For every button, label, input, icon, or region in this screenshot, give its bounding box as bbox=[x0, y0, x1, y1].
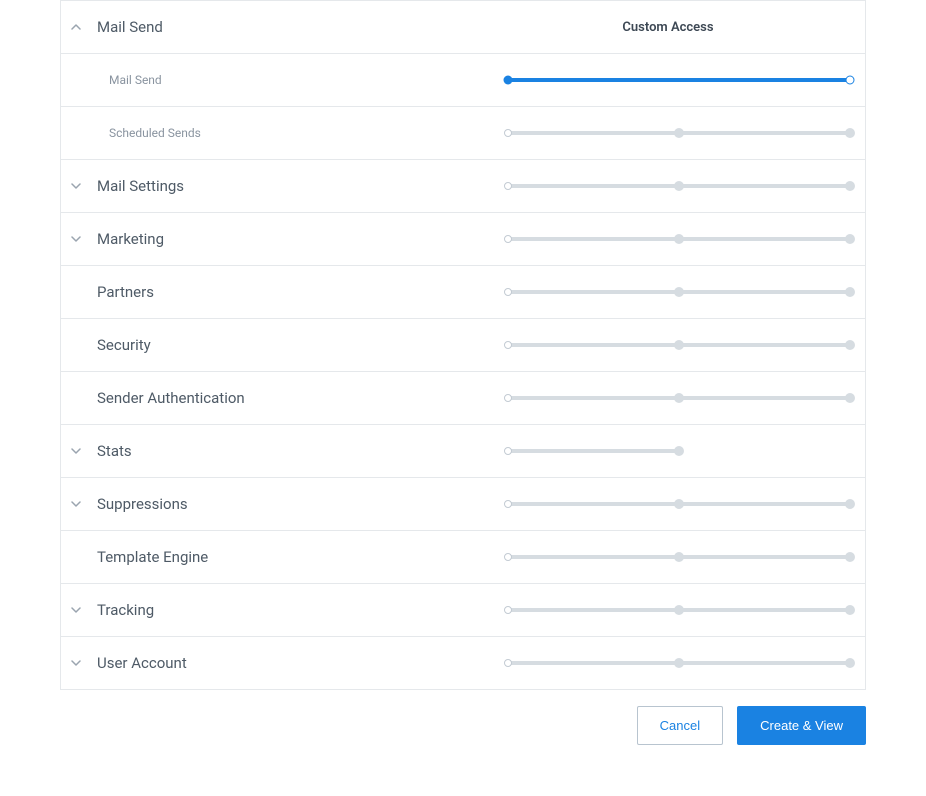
chevron-down-icon[interactable] bbox=[69, 497, 83, 511]
permission-row: Template Engine bbox=[61, 530, 865, 583]
create-view-button[interactable]: Create & View bbox=[737, 706, 866, 745]
permissions-panel: Mail Send Custom Access Mail Send Schedul… bbox=[60, 0, 866, 690]
row-label: Mail Send bbox=[97, 73, 162, 87]
group-row[interactable]: Mail Settings bbox=[61, 159, 865, 212]
access-slider[interactable] bbox=[505, 547, 853, 567]
row-label: Partners bbox=[97, 283, 154, 301]
chevron-down-icon[interactable] bbox=[69, 603, 83, 617]
chevron-down-icon[interactable] bbox=[69, 444, 83, 458]
row-label: Scheduled Sends bbox=[97, 126, 201, 140]
group-mail-send[interactable]: Mail Send Custom Access bbox=[61, 0, 865, 53]
group-row[interactable]: User Account bbox=[61, 636, 865, 689]
permission-row: Partners bbox=[61, 265, 865, 318]
group-row[interactable]: Tracking bbox=[61, 583, 865, 636]
permission-row: Scheduled Sends bbox=[61, 106, 865, 159]
row-label: Security bbox=[97, 336, 151, 354]
group-row[interactable]: Marketing bbox=[61, 212, 865, 265]
chevron-up-icon[interactable] bbox=[69, 20, 83, 34]
row-label: Tracking bbox=[97, 601, 154, 619]
permission-row: Sender Authentication bbox=[61, 371, 865, 424]
group-label: Mail Send bbox=[97, 18, 163, 36]
access-slider[interactable] bbox=[505, 494, 853, 514]
access-slider[interactable] bbox=[505, 176, 853, 196]
access-slider[interactable] bbox=[505, 335, 853, 355]
chevron-down-icon[interactable] bbox=[69, 656, 83, 670]
group-row[interactable]: Suppressions bbox=[61, 477, 865, 530]
access-slider[interactable] bbox=[505, 282, 853, 302]
access-label: Custom Access bbox=[483, 20, 853, 35]
row-label: Suppressions bbox=[97, 495, 188, 513]
row-label: Template Engine bbox=[97, 548, 208, 566]
chevron-down-icon[interactable] bbox=[69, 179, 83, 193]
chevron-down-icon[interactable] bbox=[69, 232, 83, 246]
access-slider[interactable] bbox=[505, 70, 853, 90]
form-actions: Cancel Create & View bbox=[40, 690, 886, 761]
access-slider[interactable] bbox=[505, 123, 853, 143]
row-label: Marketing bbox=[97, 230, 164, 248]
access-slider[interactable] bbox=[505, 229, 853, 249]
group-row[interactable]: Stats bbox=[61, 424, 865, 477]
row-label: Stats bbox=[97, 442, 132, 460]
access-slider[interactable] bbox=[505, 653, 853, 673]
permission-row: Security bbox=[61, 318, 865, 371]
row-label: User Account bbox=[97, 654, 187, 672]
access-slider[interactable] bbox=[505, 441, 853, 461]
row-label: Sender Authentication bbox=[97, 389, 245, 407]
access-slider[interactable] bbox=[505, 388, 853, 408]
cancel-button[interactable]: Cancel bbox=[637, 706, 723, 745]
row-label: Mail Settings bbox=[97, 177, 184, 195]
access-slider[interactable] bbox=[505, 600, 853, 620]
permission-row: Mail Send bbox=[61, 53, 865, 106]
